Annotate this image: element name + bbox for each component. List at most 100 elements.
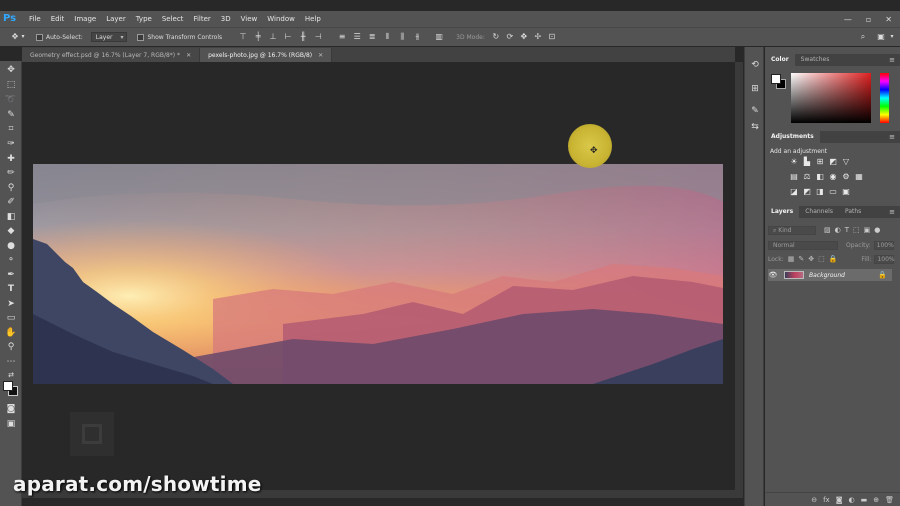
- character-icon[interactable]: ⇆: [749, 121, 761, 133]
- quick-mask-icon[interactable]: ◙: [4, 403, 18, 415]
- lock-all-icon[interactable]: 🔒: [829, 255, 838, 263]
- pixel-filter-icon[interactable]: ▨: [824, 226, 831, 234]
- fx-icon[interactable]: fx: [823, 496, 830, 504]
- shape-filter-icon[interactable]: ⬚: [853, 226, 860, 234]
- align-left-icon[interactable]: ⊢: [283, 32, 293, 42]
- hue-saturation-icon[interactable]: ▤: [789, 172, 799, 181]
- menu-layer[interactable]: Layer: [106, 15, 126, 23]
- quick-select-tool-icon[interactable]: ✎: [4, 109, 18, 121]
- smart-object-filter-icon[interactable]: ▣: [864, 226, 871, 234]
- eraser-tool-icon[interactable]: ◧: [4, 211, 18, 223]
- align-right-icon[interactable]: ⊣: [313, 32, 323, 42]
- vertical-scrollbar[interactable]: [735, 62, 743, 490]
- properties-icon[interactable]: ⊞: [749, 83, 761, 95]
- menu-type[interactable]: Type: [136, 15, 152, 23]
- trash-icon[interactable]: 🗑: [885, 496, 894, 504]
- layer-row-background[interactable]: 👁 Background 🔒: [768, 269, 892, 281]
- photo-filter-icon[interactable]: ◉: [828, 172, 838, 181]
- add-mask-icon[interactable]: ◙: [836, 496, 843, 504]
- move-tool-preset-icon[interactable]: ✥: [10, 32, 20, 42]
- lock-position-icon[interactable]: ✥: [808, 255, 814, 263]
- menu-help[interactable]: Help: [305, 15, 321, 23]
- tab-geometry-effect[interactable]: Geometry effect.psd @ 16.7% (Layer 7, RG…: [22, 48, 201, 62]
- menu-edit[interactable]: Edit: [51, 15, 65, 23]
- menu-window[interactable]: Window: [267, 15, 295, 23]
- tab-pexels-photo[interactable]: pexels-photo.jpg @ 16.7% (RGB/8) ✕: [200, 48, 333, 62]
- brush-presets-icon[interactable]: ✎: [749, 105, 761, 117]
- paint-bucket-tool-icon[interactable]: ◆: [4, 225, 18, 237]
- distribute-top-icon[interactable]: ≡: [337, 32, 347, 42]
- chevron-down-icon[interactable]: ▾: [20, 32, 26, 42]
- crop-tool-icon[interactable]: ⌗: [4, 123, 18, 135]
- rectangle-tool-icon[interactable]: ▭: [4, 312, 18, 324]
- screen-mode-icon[interactable]: ▣: [4, 418, 18, 430]
- distribute-vcenter-icon[interactable]: ☰: [352, 32, 362, 42]
- opacity-field[interactable]: 100%: [873, 240, 894, 250]
- workspace-icon[interactable]: ▣: [876, 32, 886, 42]
- posterize-icon[interactable]: ◩: [802, 187, 812, 196]
- history-brush-tool-icon[interactable]: ✐: [4, 196, 18, 208]
- filter-toggle-icon[interactable]: ●: [874, 226, 880, 234]
- 3d-scale-icon[interactable]: ⊡: [547, 32, 557, 42]
- align-vcenter-icon[interactable]: ╪: [253, 32, 263, 42]
- tab-color[interactable]: Color: [765, 54, 795, 66]
- vibrance-icon[interactable]: ▽: [841, 157, 851, 166]
- lock-image-icon[interactable]: ✎: [798, 255, 804, 263]
- restore-button[interactable]: ▫: [866, 15, 871, 24]
- tab-swatches[interactable]: Swatches: [795, 54, 836, 66]
- color-picker-field[interactable]: [791, 73, 871, 123]
- search-icon[interactable]: ⌕: [858, 32, 868, 42]
- new-group-icon[interactable]: ▬: [861, 496, 868, 504]
- black-white-icon[interactable]: ◧: [815, 172, 825, 181]
- invert-icon[interactable]: ◪: [789, 187, 799, 196]
- transform-controls-option[interactable]: Show Transform Controls: [137, 32, 222, 43]
- auto-select-dropdown[interactable]: Layer: [90, 32, 128, 42]
- menu-3d[interactable]: 3D: [221, 15, 231, 23]
- 3d-slide-icon[interactable]: ✢: [533, 32, 543, 42]
- align-hcenter-icon[interactable]: ╫: [298, 32, 308, 42]
- adjustment-filter-icon[interactable]: ◐: [835, 226, 841, 234]
- close-button[interactable]: ✕: [885, 15, 892, 24]
- foreground-swatch[interactable]: [771, 74, 781, 84]
- menu-filter[interactable]: Filter: [193, 15, 210, 23]
- lock-transparent-icon[interactable]: ▦: [788, 255, 795, 263]
- align-bottom-icon[interactable]: ⊥: [268, 32, 278, 42]
- menu-file[interactable]: File: [29, 15, 41, 23]
- distribute-bottom-icon[interactable]: ≣: [367, 32, 377, 42]
- brightness-contrast-icon[interactable]: ☀: [789, 157, 799, 166]
- panel-menu-icon[interactable]: ≡: [889, 54, 895, 66]
- selective-color-icon[interactable]: ▣: [841, 187, 851, 196]
- transform-controls-checkbox[interactable]: [137, 33, 145, 41]
- distribute-right-icon[interactable]: ⫵: [412, 32, 422, 42]
- workspace-chevron-icon[interactable]: ▾: [888, 32, 896, 42]
- zoom-tool-icon[interactable]: ⚲: [4, 341, 18, 353]
- document-canvas[interactable]: [22, 62, 735, 490]
- tab-paths[interactable]: Paths: [839, 206, 867, 218]
- blend-mode-dropdown[interactable]: Normal: [768, 240, 838, 250]
- curves-icon[interactable]: ⊞: [815, 157, 825, 166]
- hand-tool-icon[interactable]: ✋: [4, 327, 18, 339]
- distribute-left-icon[interactable]: ⫴: [382, 32, 392, 42]
- 3d-rotate-icon[interactable]: ↻: [491, 32, 501, 42]
- close-tab-icon[interactable]: ✕: [186, 52, 191, 59]
- menu-view[interactable]: View: [241, 15, 258, 23]
- foreground-color-swatch[interactable]: [3, 381, 13, 391]
- default-colors-icon[interactable]: ⇄: [4, 369, 18, 381]
- dodge-tool-icon[interactable]: ⚬: [4, 254, 18, 266]
- more-tools-icon[interactable]: ⋯: [4, 356, 18, 368]
- auto-align-icon[interactable]: ▥: [434, 32, 444, 42]
- 3d-roll-icon[interactable]: ⟳: [505, 32, 515, 42]
- pen-tool-icon[interactable]: ✒: [4, 269, 18, 281]
- distribute-hcenter-icon[interactable]: ⫼: [397, 32, 407, 42]
- tab-layers[interactable]: Layers: [765, 206, 800, 218]
- lock-artboard-icon[interactable]: ⬚: [818, 255, 825, 263]
- close-tab-icon[interactable]: ✕: [318, 52, 323, 59]
- move-tool-icon[interactable]: ✥: [4, 64, 18, 76]
- panel-menu-icon[interactable]: ≡: [889, 131, 895, 143]
- hue-slider[interactable]: [880, 73, 889, 123]
- tab-channels[interactable]: Channels: [799, 206, 839, 218]
- link-layers-icon[interactable]: ⊖: [811, 496, 817, 504]
- brush-tool-icon[interactable]: ✏: [4, 167, 18, 179]
- menu-select[interactable]: Select: [162, 15, 184, 23]
- healing-brush-tool-icon[interactable]: ✚: [4, 153, 18, 165]
